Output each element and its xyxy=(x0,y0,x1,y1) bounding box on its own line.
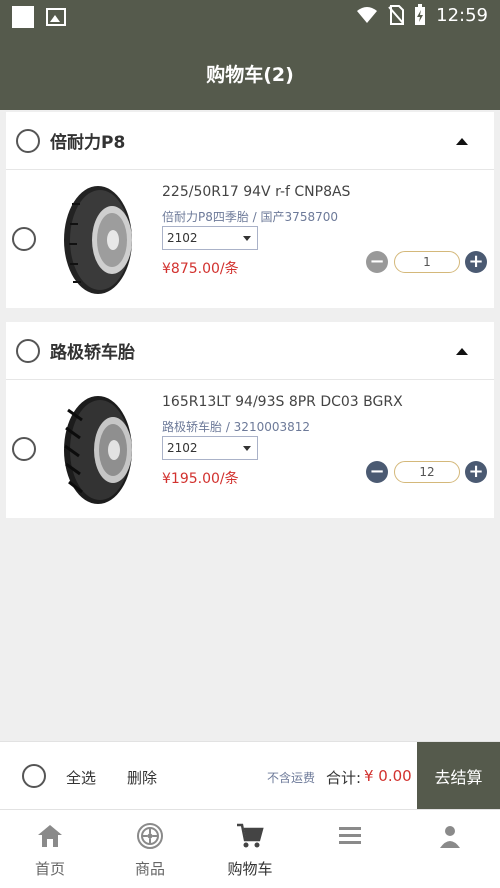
collapse-icon[interactable] xyxy=(456,348,468,355)
quantity-decrease-button[interactable]: − xyxy=(366,461,388,483)
bottom-tabbar: 首页 商品 购物车 xyxy=(0,809,500,888)
tab-home[interactable]: 首页 xyxy=(0,810,100,888)
select-all-radio[interactable] xyxy=(22,764,46,788)
chevron-down-icon xyxy=(243,236,251,241)
select-all-label[interactable]: 全选 xyxy=(66,767,96,788)
store-select-radio[interactable] xyxy=(16,128,40,153)
battery-charging-icon xyxy=(415,4,426,25)
chevron-down-icon xyxy=(243,446,251,451)
shipping-note: 不含运费 xyxy=(267,771,316,785)
quantity-increase-button[interactable]: + xyxy=(465,461,487,483)
product-spec: 倍耐力P8四季胎 / 国产3758700 xyxy=(162,210,338,224)
page-title: 购物车(2) xyxy=(206,63,294,86)
menu-icon xyxy=(339,827,361,844)
cart-item: 165R13LT 94/93S 8PR DC03 BGRX 路极轿车胎 / 32… xyxy=(6,380,494,518)
notification-icon xyxy=(12,6,34,28)
user-icon xyxy=(440,826,460,848)
tab-label: 商品 xyxy=(134,860,165,878)
item-select-radio[interactable] xyxy=(12,437,36,461)
image-notification-icon xyxy=(46,8,66,26)
store-name: 倍耐力P8 xyxy=(50,133,126,153)
product-name: 225/50R17 94V r-f CNP8AS xyxy=(162,184,351,200)
quantity-input[interactable]: 1 xyxy=(394,251,460,273)
status-time: 12:59 xyxy=(436,4,488,26)
app-header: 购物车(2) xyxy=(0,36,500,110)
cart-icon xyxy=(237,823,264,848)
delete-button[interactable]: 删除 xyxy=(127,767,157,788)
quantity-decrease-button[interactable]: − xyxy=(366,251,388,273)
item-select-radio[interactable] xyxy=(12,227,36,251)
quantity-input[interactable]: 12 xyxy=(394,461,460,483)
tire-icon xyxy=(137,823,163,849)
tab-category[interactable] xyxy=(300,810,400,888)
checkout-button[interactable]: 去结算 xyxy=(417,742,500,810)
tab-label: 购物车 xyxy=(227,860,273,878)
product-price: ¥875.00/条 xyxy=(162,261,239,277)
tab-profile[interactable] xyxy=(400,810,500,888)
product-price: ¥195.00/条 xyxy=(162,471,239,487)
product-name: 165R13LT 94/93S 8PR DC03 BGRX xyxy=(162,394,403,410)
total-value: ¥ 0.00 xyxy=(364,767,412,785)
status-right-icons: 12:59 xyxy=(356,4,488,26)
cart-store-group: 路极轿车胎 165R13LT 94/93S 8PR DC03 BGRX 路极轿车… xyxy=(6,322,494,518)
cart-store-group: 倍耐力P8 225/50R17 94V r-f CNP8AS 倍耐力P8四季胎 … xyxy=(6,112,494,308)
option-value: 2102 xyxy=(167,441,198,455)
tab-products[interactable]: 商品 xyxy=(100,810,200,888)
checkout-bar: 全选 删除 不含运费 合计: ¥ 0.00 去结算 xyxy=(0,741,500,810)
store-header: 倍耐力P8 xyxy=(6,112,494,170)
tire-image xyxy=(64,396,132,504)
quantity-increase-button[interactable]: + xyxy=(465,251,487,273)
home-icon xyxy=(38,825,62,847)
store-select-radio[interactable] xyxy=(16,338,40,363)
status-bar: 12:59 xyxy=(0,0,500,36)
option-select[interactable]: 2102 xyxy=(162,436,258,460)
wifi-icon xyxy=(357,7,378,23)
tab-cart[interactable]: 购物车 xyxy=(200,810,300,888)
store-header: 路极轿车胎 xyxy=(6,322,494,380)
product-spec: 路极轿车胎 / 3210003812 xyxy=(162,420,311,434)
no-sim-icon xyxy=(388,5,405,25)
total-label: 合计: xyxy=(326,769,362,787)
tire-image xyxy=(64,186,132,294)
collapse-icon[interactable] xyxy=(456,138,468,145)
status-left-icons xyxy=(12,6,66,28)
tab-label: 首页 xyxy=(34,860,65,878)
option-select[interactable]: 2102 xyxy=(162,226,258,250)
option-value: 2102 xyxy=(167,231,198,245)
cart-item: 225/50R17 94V r-f CNP8AS 倍耐力P8四季胎 / 国产37… xyxy=(6,170,494,308)
store-name: 路极轿车胎 xyxy=(50,343,135,363)
